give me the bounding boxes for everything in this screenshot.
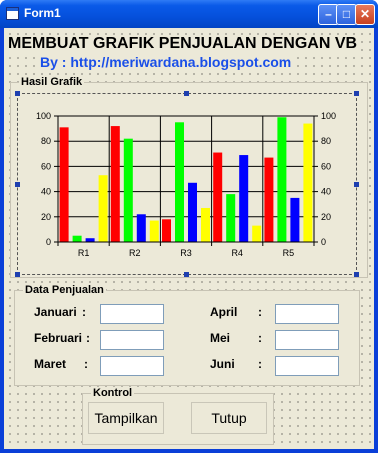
chart-grid xyxy=(57,115,315,243)
y-tick-label-left: 60 xyxy=(41,161,51,171)
chart-bar xyxy=(85,238,95,242)
y-tick-label-right: 0 xyxy=(321,237,326,247)
chart-bar xyxy=(175,122,184,242)
chart-bar xyxy=(162,219,171,242)
label-separator: : xyxy=(82,305,86,319)
y-tick-label-left: 80 xyxy=(41,136,51,146)
chart-bar xyxy=(98,175,108,242)
chart-bar xyxy=(303,123,313,242)
chart-bar xyxy=(149,220,159,242)
x-tick-label: R5 xyxy=(283,248,295,258)
tutup-button[interactable]: Tutup xyxy=(191,402,267,434)
y-tick-label-right: 20 xyxy=(321,212,331,222)
label-separator: : xyxy=(86,331,90,345)
chart-bars xyxy=(59,117,313,242)
februari-input[interactable] xyxy=(100,330,164,350)
label-separator: : xyxy=(258,305,262,319)
label-februari: Februari xyxy=(34,331,83,345)
chart-bar xyxy=(59,127,69,242)
chart-bar xyxy=(188,182,197,242)
januari-input[interactable] xyxy=(100,304,164,324)
chart-bar xyxy=(110,126,120,242)
chart-bar xyxy=(252,225,262,242)
chart-bar xyxy=(136,214,146,242)
maret-input[interactable] xyxy=(100,356,164,376)
chart-bar xyxy=(277,117,287,242)
chart-bar xyxy=(201,207,210,242)
label-separator: : xyxy=(84,357,88,371)
juni-input[interactable] xyxy=(275,356,339,376)
x-tick-label: R3 xyxy=(180,248,192,258)
label-april: April xyxy=(210,305,238,319)
y-tick-label-left: 40 xyxy=(41,187,51,197)
y-tick-label-right: 60 xyxy=(321,161,331,171)
chart-bar xyxy=(264,157,274,242)
chart-bar xyxy=(239,155,249,242)
y-tick-label-right: 100 xyxy=(321,111,336,121)
x-tick-label: R4 xyxy=(231,248,243,258)
label-januari: Januari xyxy=(34,305,77,319)
x-tick-label: R2 xyxy=(129,248,141,258)
y-tick-label-left: 0 xyxy=(46,237,51,247)
data-frame-label: Data Penjualan xyxy=(23,284,106,296)
label-separator: : xyxy=(258,331,262,345)
chart-bar xyxy=(290,197,300,242)
chart-bar xyxy=(213,152,223,242)
y-tick-label-left: 20 xyxy=(41,212,51,222)
y-tick-label-right: 40 xyxy=(321,187,331,197)
label-mei: Mei xyxy=(210,331,231,345)
label-separator: : xyxy=(258,357,262,371)
y-tick-label-left: 100 xyxy=(36,111,51,121)
chart-bar xyxy=(72,235,82,242)
tampilkan-button[interactable]: Tampilkan xyxy=(88,402,164,434)
april-input[interactable] xyxy=(275,304,339,324)
y-tick-label-right: 80 xyxy=(321,136,331,146)
mei-input[interactable] xyxy=(275,330,339,350)
x-tick-label: R1 xyxy=(78,248,90,258)
control-frame-label: Kontrol xyxy=(91,387,135,399)
label-juni: Juni xyxy=(210,357,235,371)
label-maret: Maret xyxy=(34,357,67,371)
chart-bar xyxy=(123,138,133,242)
chart-bar xyxy=(226,194,236,242)
